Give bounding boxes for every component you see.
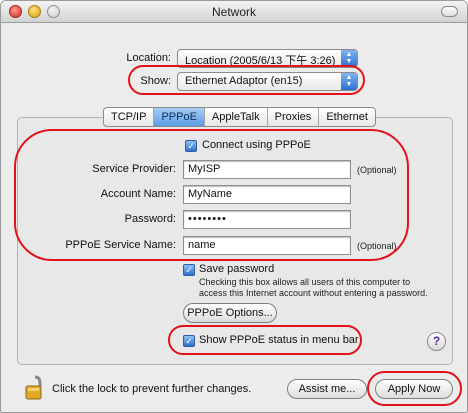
pppoe-service-name-label: PPPoE Service Name:: [65, 239, 176, 251]
tab-ethernet[interactable]: Ethernet: [319, 108, 375, 126]
location-label: Location:: [126, 52, 171, 64]
pppoe-options-button[interactable]: PPPoE Options...: [183, 303, 277, 323]
location-value: Location (2005/6/13 下午 3:26): [185, 55, 336, 67]
lock-message: Click the lock to prevent further change…: [52, 383, 252, 395]
tab-tcpip[interactable]: TCP/IP: [104, 108, 155, 126]
show-value: Ethernet Adaptor (en15): [185, 75, 303, 87]
connect-pppoe-label: Connect using PPPoE: [202, 139, 311, 151]
show-popup[interactable]: Ethernet Adaptor (en15) ▲ ▼: [177, 72, 358, 91]
tab-pppoe[interactable]: PPPoE: [154, 108, 205, 126]
connect-pppoe-checkbox[interactable]: ✓: [185, 140, 197, 152]
save-password-hint-line2: access this Internet account without ent…: [199, 288, 428, 298]
save-password-checkbox[interactable]: ✓: [183, 264, 195, 276]
popup-arrows-icon: ▲ ▼: [341, 73, 357, 90]
account-name-label: Account Name:: [100, 188, 176, 200]
password-input[interactable]: ••••••••: [183, 210, 351, 229]
account-name-input[interactable]: MyName: [183, 185, 351, 204]
popup-arrows-icon: ▲ ▼: [341, 50, 357, 67]
tab-proxies[interactable]: Proxies: [268, 108, 320, 126]
window-title: Network: [211, 5, 256, 19]
show-status-label: Show PPPoE status in menu bar: [199, 334, 359, 346]
service-provider-input[interactable]: MyISP: [183, 160, 351, 179]
save-password-label: Save password: [199, 263, 275, 275]
show-label: Show:: [140, 75, 171, 87]
tab-bar: TCP/IP PPPoE AppleTalk Proxies Ethernet: [103, 107, 376, 127]
save-password-hint-line1: Checking this box allows all users of th…: [199, 277, 411, 287]
lock-icon[interactable]: [23, 373, 47, 401]
service-provider-optional: (Optional): [357, 165, 397, 175]
service-provider-label: Service Provider:: [92, 163, 176, 175]
title-bar: Network: [1, 1, 467, 23]
location-popup[interactable]: Location (2005/6/13 下午 3:26) ▲ ▼: [177, 49, 358, 68]
assist-me-button[interactable]: Assist me...: [287, 379, 367, 399]
toolbar-toggle-button[interactable]: [441, 6, 458, 17]
pppoe-service-name-input[interactable]: name: [183, 236, 351, 255]
network-window: Network Location: Location (2005/6/13 下午…: [0, 0, 468, 413]
apply-now-button[interactable]: Apply Now: [375, 379, 453, 399]
service-name-optional: (Optional): [357, 241, 397, 251]
help-button[interactable]: ?: [427, 332, 446, 351]
tab-appletalk[interactable]: AppleTalk: [205, 108, 268, 126]
password-label: Password:: [124, 213, 176, 225]
show-status-checkbox[interactable]: ✓: [183, 335, 195, 347]
